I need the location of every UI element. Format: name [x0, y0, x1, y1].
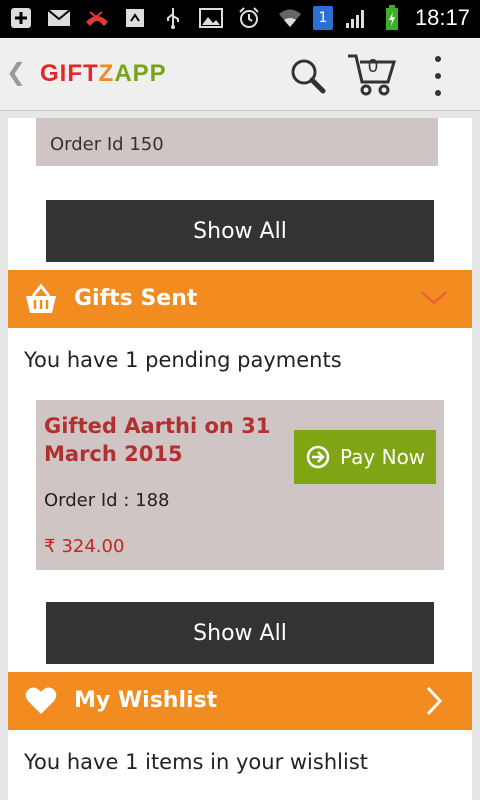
gift-card-title: Gifted Aarthi on 31 March 2015	[44, 414, 271, 466]
overflow-dot	[435, 73, 441, 79]
gifts-sent-header[interactable]: Gifts Sent	[8, 270, 472, 328]
chevron-down-icon[interactable]	[420, 284, 448, 312]
overflow-menu-icon[interactable]	[430, 56, 446, 96]
gift-amount-value: 324.00	[61, 536, 125, 557]
pay-now-label: Pay Now	[340, 445, 426, 469]
battery-icon	[379, 5, 405, 30]
gifts-sent-title: Gifts Sent	[74, 286, 198, 311]
order-card[interactable]: Order Id 150	[36, 118, 438, 166]
image-icon	[198, 6, 224, 30]
clock-time: 18:17	[414, 5, 470, 30]
add-box-icon	[8, 6, 34, 30]
basket-icon	[24, 282, 58, 316]
search-icon	[291, 59, 326, 94]
wishlist-status-text: You have 1 items in your wishlist	[24, 750, 368, 774]
logo-part-z: Z	[98, 60, 115, 87]
main-content: Order Id 150 Show All Gifts Sent You hav…	[8, 118, 472, 800]
search-button[interactable]	[288, 56, 328, 96]
signal-icon	[343, 6, 369, 30]
show-all-gifts-button[interactable]: Show All	[46, 602, 434, 664]
gift-order-id: Order Id : 188	[44, 490, 170, 511]
order-id-text: Order Id 150	[50, 134, 164, 155]
overflow-dot	[435, 90, 441, 96]
back-chevron-icon[interactable]: ❮	[6, 58, 26, 86]
gift-amount: ₹ 324.00	[44, 536, 124, 557]
logo-part-app: APP	[114, 60, 167, 87]
sync-icon	[122, 6, 148, 30]
cart-count: 0	[368, 56, 379, 76]
status-bar: 1 18:17	[0, 0, 480, 38]
pay-now-button[interactable]: Pay Now	[294, 430, 436, 484]
logo-part-gift: GIFT	[40, 60, 99, 87]
rupee-icon: ₹	[44, 536, 56, 557]
alarm-icon	[236, 6, 262, 30]
wishlist-title: My Wishlist	[74, 688, 218, 713]
status-right-icons: 1 18:17	[277, 5, 470, 31]
show-all-orders-button[interactable]: Show All	[46, 200, 434, 262]
mail-icon	[46, 6, 72, 30]
gift-card[interactable]: Gifted Aarthi on 31 March 2015 Order Id …	[36, 400, 444, 570]
app-logo: GIFTZAPP	[40, 60, 167, 88]
chevron-right-icon[interactable]	[422, 684, 446, 718]
wifi-icon	[277, 6, 303, 30]
status-left-icons	[8, 6, 262, 30]
overflow-dot	[435, 56, 441, 62]
notification-badge: 1	[312, 6, 333, 30]
app-bar: ❮ GIFTZAPP 0	[0, 38, 480, 111]
arrow-circle-icon	[306, 445, 330, 469]
wishlist-header[interactable]: My Wishlist	[8, 672, 472, 730]
heart-icon	[24, 684, 58, 718]
missed-call-icon	[84, 6, 110, 30]
usb-icon	[160, 6, 186, 30]
cart-button[interactable]: 0	[346, 52, 398, 98]
pending-payments-text: You have 1 pending payments	[24, 348, 342, 372]
